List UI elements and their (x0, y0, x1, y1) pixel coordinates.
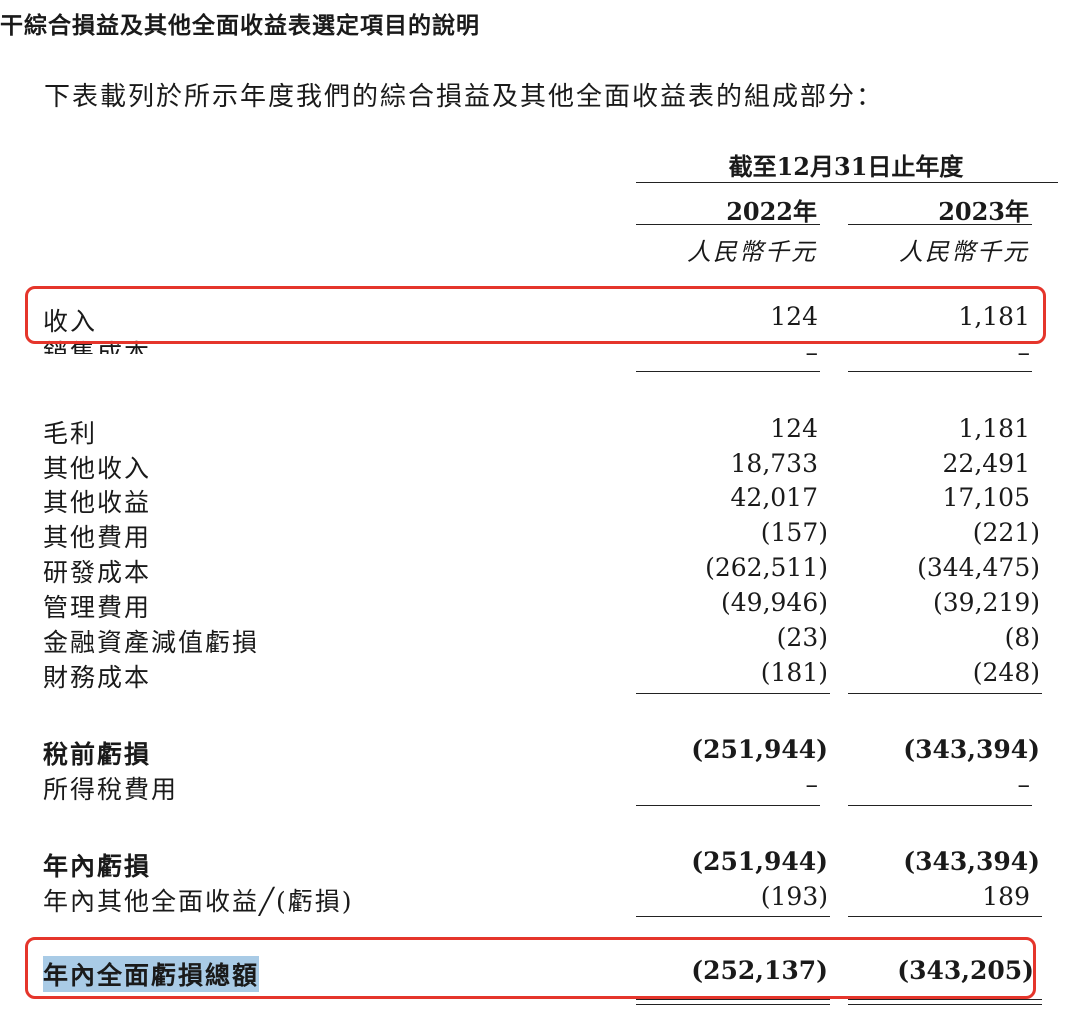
table-row: 其他費用 (157) (221) (0, 518, 1076, 552)
value-2022: – (805, 770, 819, 799)
row-label: 年內虧損 (43, 852, 152, 881)
table-row: 管理費用 (49,946) (39,219) (0, 588, 1076, 622)
section-heading: 干綜合損益及其他全面收益表選定項目的說明 (0, 13, 480, 39)
value-2022: (181) (760, 658, 828, 687)
table-row: 其他收益 42,017 17,105 (0, 483, 1076, 517)
table-row: 毛利 124 1,181 (0, 414, 1076, 448)
row-label: 所得稅費用 (43, 775, 179, 804)
row-label: 毛利 (43, 419, 98, 448)
row-label: 其他費用 (43, 523, 152, 552)
highlight-box-total (25, 937, 1036, 999)
value-2023: (221) (972, 518, 1040, 547)
subtotal-rule (848, 371, 1032, 372)
value-2023: 189 (982, 882, 1030, 911)
table-row: 所得稅費用 – – (0, 770, 1076, 804)
value-2022: (157) (760, 518, 828, 547)
row-label: 管理費用 (43, 593, 152, 622)
intro-text: 下表載列於所示年度我們的綜合損益及其他全面收益表的組成部分： (44, 82, 885, 112)
year-rule-2023 (848, 224, 1032, 225)
total-double-rule (636, 1004, 830, 1005)
value-2023: 22,491 (942, 449, 1030, 478)
year-2023-header: 2023年 (938, 197, 1029, 226)
value-2022: 124 (770, 414, 818, 443)
unit-2023: 人民幣千元 (899, 238, 1029, 266)
row-label: 財務成本 (43, 663, 152, 692)
value-2022: 18,733 (730, 449, 818, 478)
row-label: 年內其他全面收益╱(虧損) (43, 887, 354, 916)
row-label: 其他收入 (43, 454, 152, 483)
subtotal-rule (636, 693, 830, 694)
subtotal-rule (636, 916, 830, 917)
value-2023: (344,475) (917, 553, 1040, 582)
table-row: 其他收入 18,733 22,491 (0, 449, 1076, 483)
highlight-box-revenue (25, 286, 1046, 344)
unit-2022: 人民幣千元 (687, 238, 817, 266)
value-2022: (251,944) (691, 735, 828, 764)
subtotal-rule (848, 805, 1032, 806)
total-double-rule (848, 1004, 1042, 1005)
total-double-rule (636, 999, 830, 1000)
row-label: 研發成本 (43, 558, 152, 587)
period-header: 截至12月31日止年度 (728, 152, 964, 181)
value-2023: – (1017, 770, 1031, 799)
value-2022: (251,944) (691, 847, 828, 876)
value-2023: 1,181 (958, 414, 1030, 443)
value-2022: (49,946) (721, 588, 828, 617)
year-rule-2022 (636, 224, 820, 225)
table-row: 金融資產減值虧損 (23) (8) (0, 623, 1076, 657)
total-double-rule (848, 999, 1042, 1000)
table-row-loss-before-tax: 稅前虧損 (251,944) (343,394) (0, 735, 1076, 769)
subtotal-rule (848, 916, 1042, 917)
value-2022: (193) (760, 882, 828, 911)
row-label: 稅前虧損 (43, 740, 152, 769)
row-label: 金融資產減值虧損 (43, 628, 260, 657)
subtotal-rule (636, 805, 820, 806)
year-2022-header: 2022年 (726, 197, 817, 226)
value-2022: (23) (776, 623, 828, 652)
value-2023: (248) (972, 658, 1040, 687)
table-row: 研發成本 (262,511) (344,475) (0, 553, 1076, 587)
value-2023: 17,105 (942, 483, 1030, 512)
subtotal-rule (848, 693, 1042, 694)
value-2022: (262,511) (705, 553, 828, 582)
value-2023: (8) (1004, 623, 1040, 652)
subtotal-rule (636, 371, 820, 372)
header-rule (636, 182, 1058, 183)
table-row-loss-for-year: 年內虧損 (251,944) (343,394) (0, 847, 1076, 881)
table-row: 年內其他全面收益╱(虧損) (193) 189 (0, 882, 1076, 916)
table-row: 財務成本 (181) (248) (0, 658, 1076, 692)
value-2022: 42,017 (730, 483, 818, 512)
row-label: 其他收益 (43, 488, 152, 517)
value-2023: (343,394) (903, 847, 1040, 876)
value-2023: (343,394) (903, 735, 1040, 764)
value-2023: (39,219) (933, 588, 1040, 617)
